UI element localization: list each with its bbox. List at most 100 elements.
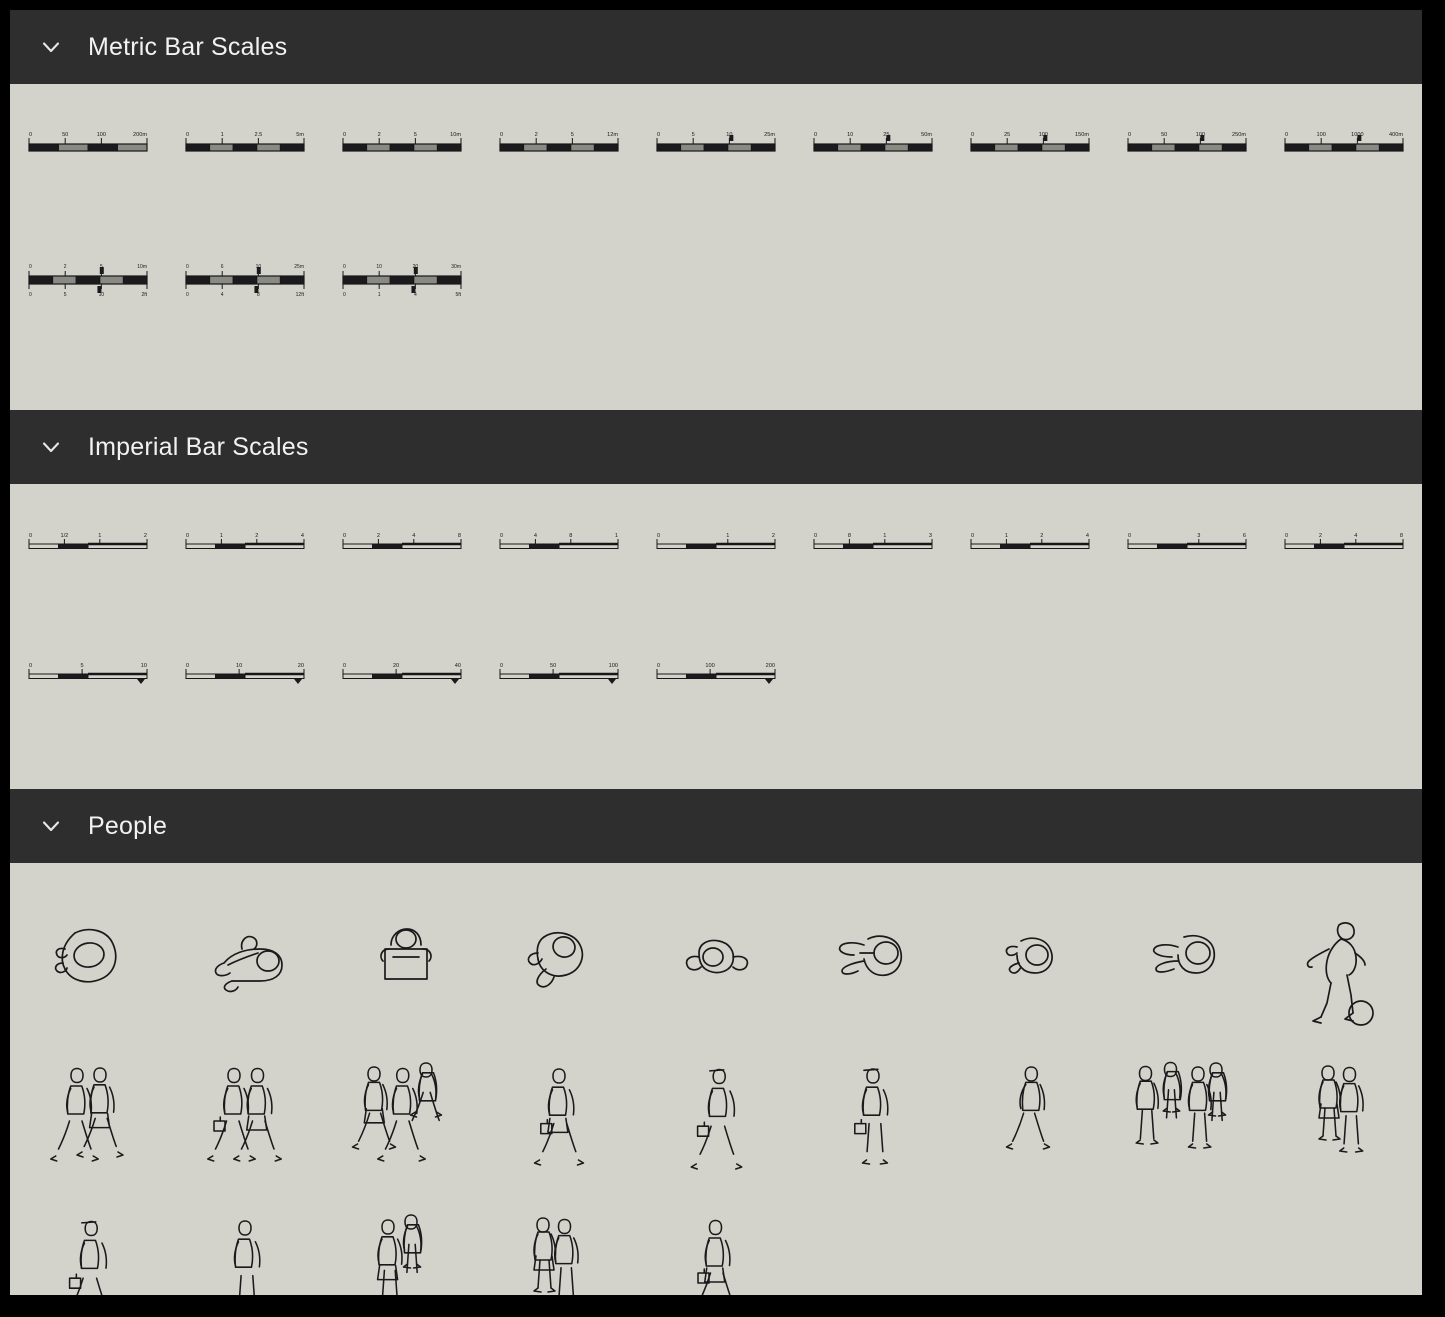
metric-scale-1[interactable]: 0 50 100 200m bbox=[10, 128, 167, 188]
svg-text:5: 5 bbox=[81, 663, 84, 669]
svg-text:10m: 10m bbox=[450, 132, 461, 138]
metric-scale-7[interactable]: 025100150m bbox=[951, 128, 1108, 188]
svg-text:2: 2 bbox=[377, 533, 380, 539]
woman-with-handbag-walking[interactable] bbox=[481, 1037, 638, 1187]
imperial-scale-10[interactable]: 0 5 10 bbox=[10, 660, 167, 708]
svg-text:2: 2 bbox=[535, 132, 538, 138]
svg-text:8: 8 bbox=[848, 533, 851, 539]
man-standing-with-bag[interactable] bbox=[794, 1037, 951, 1187]
imperial-scale-11[interactable]: 0 10 20 bbox=[167, 660, 324, 708]
people-empty-6 bbox=[951, 1189, 1108, 1295]
family-with-stroller[interactable] bbox=[324, 1037, 481, 1187]
imperial-bar-scale-graphic: 0 1/2 1 2 bbox=[28, 533, 148, 549]
section-header-metric-bar-scales[interactable]: Metric Bar Scales bbox=[10, 10, 1422, 84]
imperial-scale-empty-6 bbox=[951, 660, 1108, 708]
svg-text:30m: 30m bbox=[451, 264, 461, 270]
people-row-2 bbox=[10, 1037, 1422, 1187]
imperial-scale-12[interactable]: 0 20 40 bbox=[324, 660, 481, 708]
imperial-scale-9[interactable]: 0 2 4 8 bbox=[1265, 530, 1422, 578]
imperial-scale-1[interactable]: 0 1/2 1 2 bbox=[10, 530, 167, 578]
metric-scale-empty-5 bbox=[794, 258, 951, 318]
metric-scale-8[interactable]: 050100250m bbox=[1108, 128, 1265, 188]
chevron-down-icon[interactable] bbox=[36, 432, 66, 462]
figure-graphic bbox=[50, 1067, 125, 1162]
svg-text:25m: 25m bbox=[295, 264, 305, 270]
svg-text:5: 5 bbox=[414, 132, 417, 138]
metric-scale-2[interactable]: 0 1 2.5 5m bbox=[167, 128, 324, 188]
svg-text:1: 1 bbox=[99, 533, 102, 539]
metric-scale-dual-2[interactable]: 061025m04812ft bbox=[167, 258, 324, 318]
person-plan-arms-out[interactable] bbox=[794, 881, 951, 1031]
svg-text:10: 10 bbox=[141, 663, 147, 669]
person-plan-chair-desk[interactable] bbox=[324, 881, 481, 1031]
section-header-people[interactable]: People bbox=[10, 789, 1422, 863]
imperial-scale-6[interactable]: 0 8 1 3 bbox=[794, 530, 951, 578]
imperial-scale-5[interactable]: 0 1 2 bbox=[638, 530, 795, 578]
svg-text:250m: 250m bbox=[1232, 132, 1246, 138]
people-empty-8 bbox=[1265, 1189, 1422, 1295]
figure-graphic bbox=[1152, 934, 1215, 974]
imperial-scale-2[interactable]: 0 1 2 4 bbox=[167, 530, 324, 578]
svg-text:5ft: 5ft bbox=[456, 292, 462, 298]
chevron-down-icon[interactable] bbox=[36, 811, 66, 841]
chevron-down-icon[interactable] bbox=[36, 32, 66, 62]
metric-scale-4[interactable]: 0 2 5 12m bbox=[481, 128, 638, 188]
svg-text:2: 2 bbox=[144, 533, 147, 539]
imperial-scale-3[interactable]: 0 2 4 8 bbox=[324, 530, 481, 578]
child-running[interactable] bbox=[951, 1037, 1108, 1187]
bar-scale-graphic: 051025m bbox=[656, 132, 776, 152]
svg-text:10: 10 bbox=[377, 264, 383, 270]
imperial-scale-14[interactable]: 0 100 200 bbox=[638, 660, 795, 708]
person-plan-seated-top[interactable] bbox=[10, 881, 167, 1031]
svg-text:0: 0 bbox=[1285, 533, 1288, 539]
svg-text:0: 0 bbox=[657, 533, 660, 539]
svg-text:2ft: 2ft bbox=[142, 292, 148, 298]
family-of-four[interactable] bbox=[1108, 1037, 1265, 1187]
couple-standing-together[interactable] bbox=[1265, 1037, 1422, 1187]
person-plan-reclining[interactable] bbox=[167, 881, 324, 1031]
man-standing-back-view[interactable] bbox=[167, 1189, 324, 1295]
metric-scale-dual-3[interactable]: 0102030m0145ft bbox=[324, 258, 481, 318]
metric-scale-6[interactable]: 0102550m bbox=[794, 128, 951, 188]
people-row-3 bbox=[10, 1189, 1422, 1295]
metric-scale-9[interactable]: 01001000400m bbox=[1265, 128, 1422, 188]
metric-scale-3[interactable]: 0 2 5 10m bbox=[324, 128, 481, 188]
svg-text:100: 100 bbox=[1316, 132, 1325, 138]
person-plan-compact[interactable] bbox=[951, 881, 1108, 1031]
people-empty-7 bbox=[1108, 1189, 1265, 1295]
metric-scale-5[interactable]: 051025m bbox=[638, 128, 795, 188]
couple-facing-forward[interactable] bbox=[481, 1189, 638, 1295]
imperial-bar-scale-graphic: 0 2 4 8 bbox=[342, 533, 462, 549]
imperial-scale-4[interactable]: 0 4 8 1 bbox=[481, 530, 638, 578]
svg-text:2: 2 bbox=[378, 132, 381, 138]
person-plan-arms-forward[interactable] bbox=[1108, 881, 1265, 1031]
man-walking-with-case[interactable] bbox=[10, 1189, 167, 1295]
person-plan-leaning[interactable] bbox=[481, 881, 638, 1031]
couple-walking-holding-hands[interactable] bbox=[10, 1037, 167, 1187]
couple-with-luggage[interactable] bbox=[167, 1037, 324, 1187]
section-header-imperial-bar-scales[interactable]: Imperial Bar Scales bbox=[10, 410, 1422, 484]
person-plan-lying[interactable] bbox=[638, 881, 795, 1031]
metric-scale-dual-1[interactable]: 02510m05102ft bbox=[10, 258, 167, 318]
svg-text:0: 0 bbox=[1285, 132, 1288, 138]
woman-walking-forward[interactable] bbox=[638, 1189, 795, 1295]
figure-graphic bbox=[533, 1068, 585, 1166]
svg-text:6: 6 bbox=[221, 264, 224, 270]
imperial-scale-13[interactable]: 0 50 100 bbox=[481, 660, 638, 708]
person-soccer-player[interactable] bbox=[1265, 881, 1422, 1031]
svg-text:100: 100 bbox=[609, 663, 618, 669]
svg-text:25: 25 bbox=[1004, 132, 1010, 138]
imperial-scale-7[interactable]: 0 1 2 4 bbox=[951, 530, 1108, 578]
svg-text:4: 4 bbox=[301, 533, 304, 539]
svg-text:0: 0 bbox=[971, 132, 974, 138]
svg-text:1: 1 bbox=[220, 533, 223, 539]
svg-text:2: 2 bbox=[1318, 533, 1321, 539]
man-with-briefcase-walking[interactable] bbox=[638, 1037, 795, 1187]
svg-text:4: 4 bbox=[534, 533, 537, 539]
svg-text:100: 100 bbox=[705, 663, 714, 669]
imperial-scale-8[interactable]: 0 3 6 bbox=[1108, 530, 1265, 578]
figure-graphic bbox=[1317, 1065, 1364, 1153]
woman-holding-child-hand[interactable] bbox=[324, 1189, 481, 1295]
svg-text:5: 5 bbox=[571, 132, 574, 138]
imperial-bar-scale-graphic: 0 2 4 8 bbox=[1284, 533, 1404, 549]
